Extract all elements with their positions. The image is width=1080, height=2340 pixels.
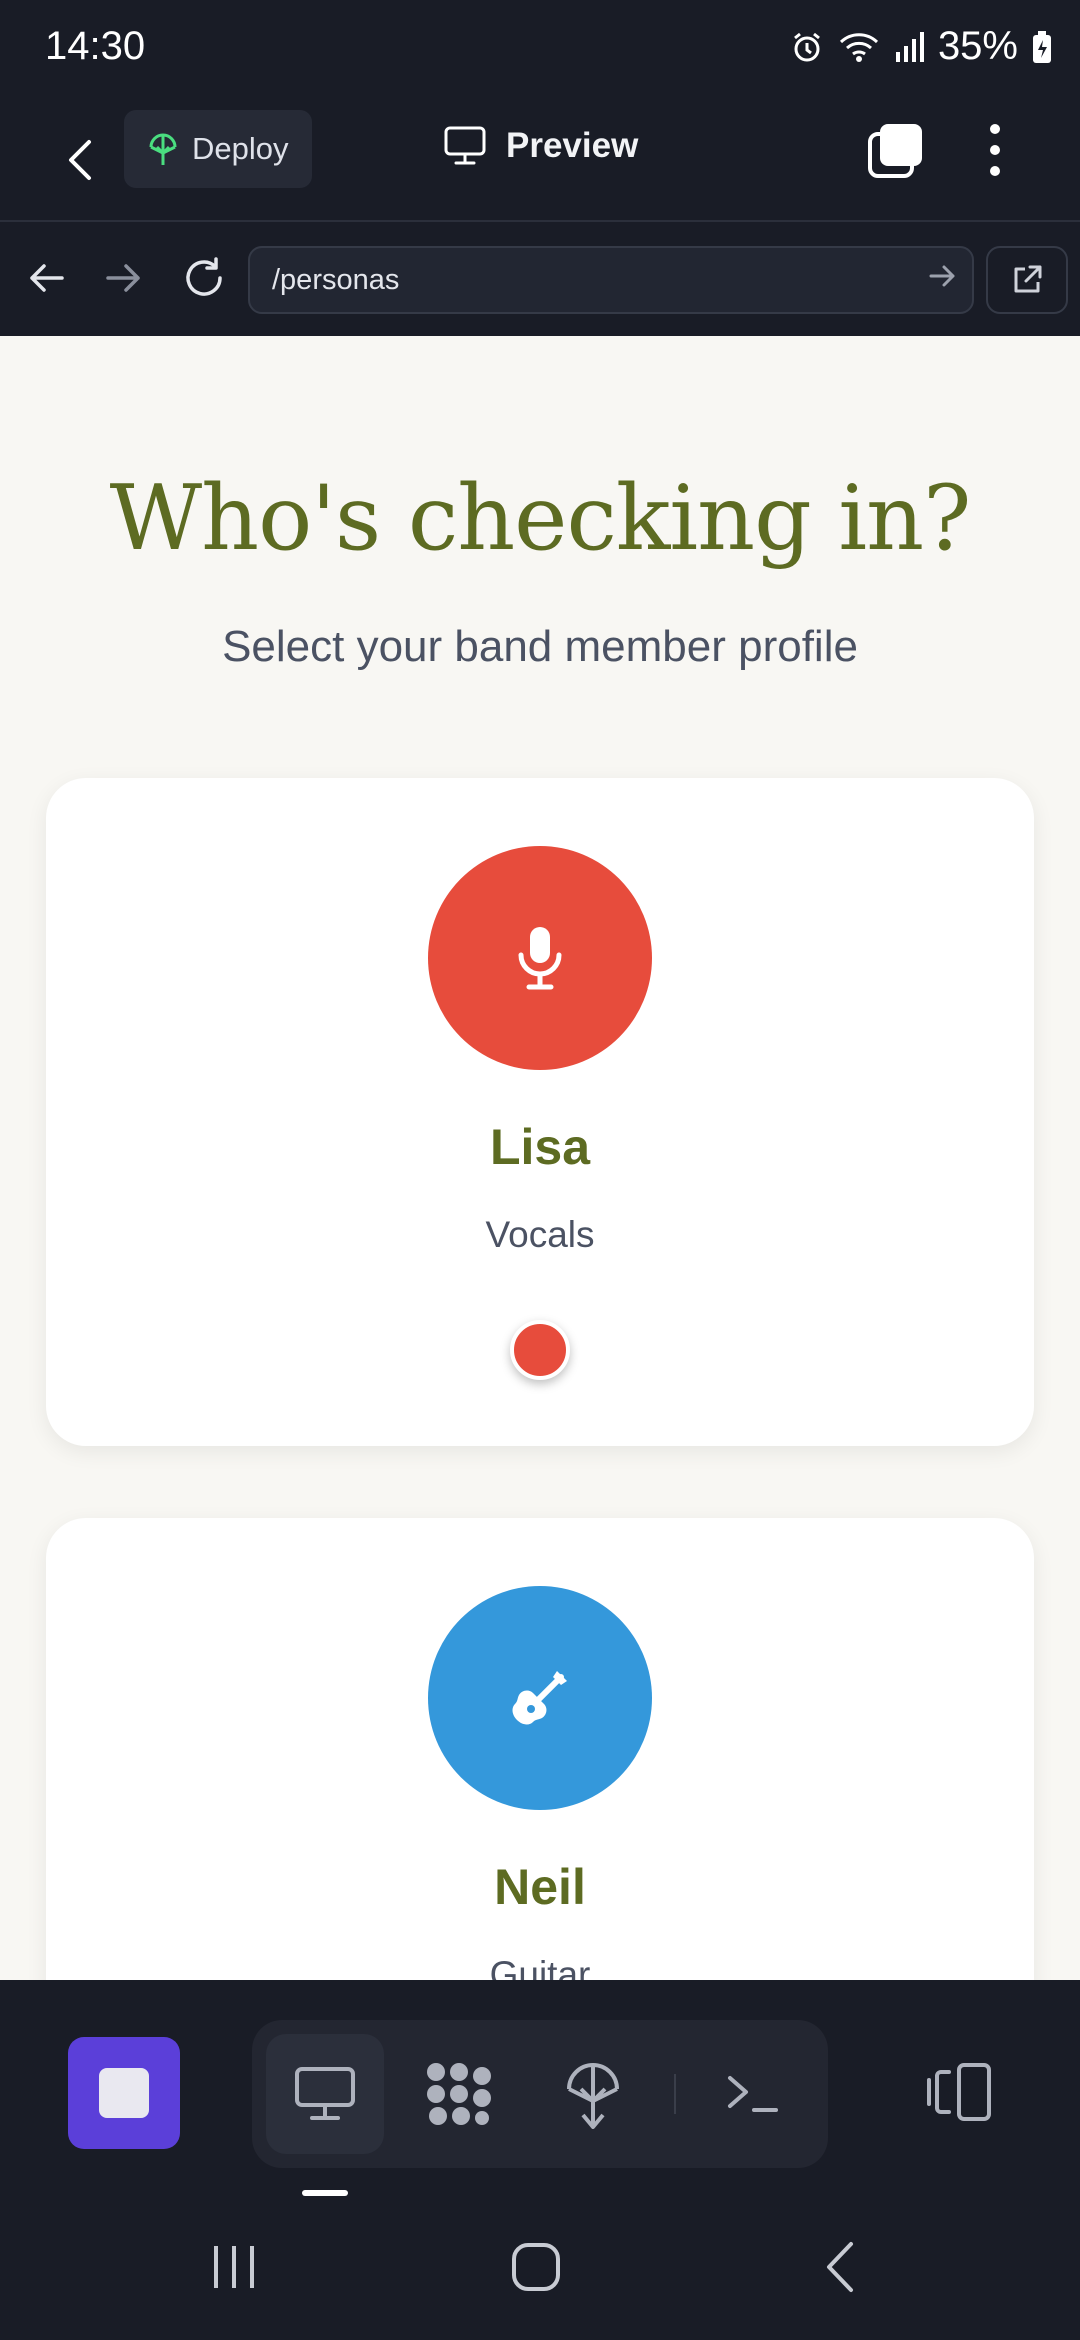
wifi-icon [838,30,880,64]
back-icon [69,140,91,180]
device-toggle-button[interactable] [918,2042,998,2142]
page-title: Who's checking in? [109,466,972,571]
member-name: Lisa [489,1119,591,1175]
signal-icon [894,30,924,64]
back-arrow-icon [30,264,64,292]
open-external-button[interactable] [986,246,1068,314]
apps-tool-button[interactable] [400,2034,518,2154]
device-toggle-icon [927,2063,991,2121]
home-button[interactable] [496,2232,576,2302]
tabs-icon [868,124,922,178]
deploy-icon [567,2063,619,2129]
monitor-icon [295,2067,355,2120]
back-button[interactable] [50,122,110,198]
url-text: /personas [272,263,400,296]
apps-grid-icon [427,2063,491,2125]
persona-card-neil[interactable]: Neil Guitar [46,1518,1034,1980]
url-input[interactable]: /personas [248,246,974,314]
browser-back-button[interactable] [18,250,74,306]
app-header: Deploy Preview [0,100,1080,220]
status-bar: 14:30 35% [0,0,1080,100]
status-time: 14:30 [45,24,146,68]
status-badge [510,1320,570,1380]
reload-button[interactable] [176,250,232,306]
deploy-label: Deploy [192,131,289,166]
battery-text: 35% [937,24,1018,68]
page-subtitle: Select your band member profile [222,622,858,671]
bottom-toolbar [0,1980,1080,2196]
member-role: Vocals [485,1214,595,1255]
stop-icon [99,2068,149,2118]
recent-apps-icon [214,2246,254,2288]
back-icon [827,2242,853,2292]
browser-forward-button[interactable] [96,250,152,306]
more-icon-dot [990,145,1000,155]
browser-bar: /personas [0,220,1080,336]
deploy-button[interactable]: Deploy [124,110,312,188]
guitar-icon [512,1671,567,1725]
go-arrow-icon [929,265,955,287]
deploy-icon [149,133,177,165]
tabs-button[interactable] [866,120,926,180]
member-name: Neil [494,1859,586,1915]
reload-icon [186,257,222,296]
terminal-tool-button[interactable] [694,2034,812,2154]
status-icons: 35% [790,24,1052,69]
stop-button[interactable] [68,2037,180,2149]
alarm-icon [790,30,824,64]
monitor-icon [444,126,486,165]
more-icon-dot [990,166,1000,176]
terminal-icon [728,2076,778,2112]
home-icon [512,2243,560,2291]
avatar [428,846,652,1070]
more-icon-dot [990,124,1000,134]
deploy-tool-button[interactable] [534,2034,652,2154]
go-button[interactable] [928,262,956,295]
preview-title: Preview [444,126,638,166]
more-options-button[interactable] [980,120,1010,180]
tool-group [252,2020,828,2168]
web-content: Who's checking in? Select your band memb… [0,336,1080,1980]
avatar [428,1586,652,1810]
preview-tool-button[interactable] [266,2034,384,2154]
preview-label: Preview [506,126,639,165]
system-back-button[interactable] [800,2232,880,2302]
system-navigation [0,2196,1080,2340]
member-role: Guitar [489,1954,591,1980]
divider [674,2074,676,2114]
battery-icon [1032,30,1052,64]
persona-card-lisa[interactable]: Lisa Vocals [46,778,1034,1446]
external-link-icon [1014,265,1042,293]
recent-apps-button[interactable] [194,2232,274,2302]
forward-arrow-icon [106,264,140,292]
microphone-icon [518,927,562,990]
